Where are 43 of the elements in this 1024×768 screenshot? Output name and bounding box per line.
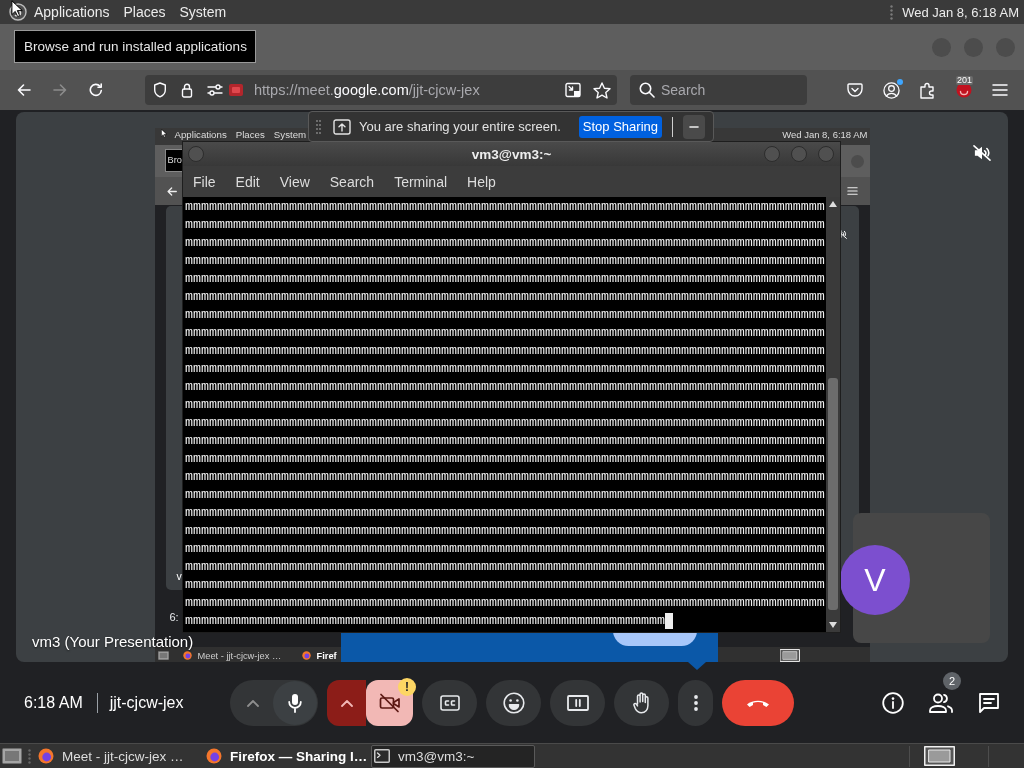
terminal-line: mmmmmmmmmmmmmmmmmmmmmmmmmmmmmmmmmmmmmmmmmmmmmmmmmmmmmmmmmmmmmmmmmmmmmmmmmmmmmmmm bbox=[185, 576, 825, 594]
panel-menu: Places bbox=[235, 129, 265, 140]
terminal-line: mmmmmmmmmmmmmmmmmmmmmmmmmmmmmmmmmmmmmmmmmmmmmmmmmmmmmmmmmmmmmmmmmmmmmmmmmmmmmmmm bbox=[185, 198, 825, 216]
presentation-label: vm3 (Your Presentation) bbox=[32, 633, 194, 651]
clock: Wed Jan 8, 6:18 AM bbox=[782, 129, 868, 140]
extension-badge: 201 bbox=[956, 76, 974, 85]
terminal-line: mmmmmmmmmmmmmmmmmmmmmmmmmmmmmmmmmmmmmmmmmmmmmmmmmmmmmmmmmmmmmmmmmmmmmmmmmmmmmmmm bbox=[185, 432, 825, 450]
terminal-line: mmmmmmmmmmmmmmmmmmmmmmmmmmmmmmmmmmmmmmmmmmmmmmmmmmmmmmmmmmmmmmmmmmmmmmmmmmmmmmmm bbox=[185, 270, 825, 288]
terminal-line: mmmmmmmmmmmmmmmmmmmmmmmmmmmmmmmmmmmmmmmmmmmmmmmmmmmmmmmmmmmmmmmmmmmmmmmmmmmmmmmm bbox=[185, 342, 825, 360]
terminal-line: mmmmmmmmmmmmmmmmmmmmmmmmmmmmmmmmmmmmmmmmmmmmmmmmmmmmmmmmmmmmmmmmmmmmmmmmmmmmmmmm bbox=[185, 234, 825, 252]
meeting-time: 6:18 AM bbox=[24, 693, 83, 712]
panel-menu: System bbox=[273, 129, 307, 140]
panel-menu: Applications bbox=[174, 129, 227, 140]
terminal-line: mmmmmmmmmmmmmmmmmmmmmmmmmmmmmmmmmmmmmmmmmmmmmmmmmmmmmmmmmmmmmmmmmmmmmmmmmmmmmmmm bbox=[185, 324, 825, 342]
terminal-line: mmmmmmmmmmmmmmmmmmmmmmmmmmmmmmmmmmmmmmmmmmmmmmmmmmmmmmmmmmmmmmmmmmmmmmmmmmmmmmmm bbox=[185, 486, 825, 504]
terminal-line: mmmmmmmmmmmmmmmmmmmmmmmmmmmmmmmmmmmmmmmmmmmmmmmmmmmmmmmmmmmmmmmmmmmmmmmmmmmmmmmm bbox=[185, 558, 825, 576]
sharing-message: You are sharing your entire screen. bbox=[359, 119, 561, 134]
terminal-line: mmmmmmmmmmmmmmmmmmmmmmmmmmmmmmmmmmmmmmmmmmmmmmmmmmmmmmmmmmmm bbox=[185, 612, 665, 630]
terminal-line: mmmmmmmmmmmmmmmmmmmmmmmmmmmmmmmmmmmmmmmmmmmmmmmmmmmmmmmmmmmmmmmmmmmmmmmmmmmmmmmm bbox=[185, 522, 825, 540]
terminal-line: mmmmmmmmmmmmmmmmmmmmmmmmmmmmmmmmmmmmmmmmmmmmmmmmmmmmmmmmmmmmmmmmmmmmmmmmmmmmmmmm bbox=[185, 414, 825, 432]
terminal-line: mmmmmmmmmmmmmmmmmmmmmmmmmmmmmmmmmmmmmmmmmmmmmmmmmmmmmmmmmmmmmmmmmmmmmmmmmmmmmmmm bbox=[185, 360, 825, 378]
terminal-line: mmmmmmmmmmmmmmmmmmmmmmmmmmmmmmmmmmmmmmmmmmmmmmmmmmmmmmmmmmmmmmmmmmmmmmmmmmmmmmmm bbox=[185, 396, 825, 414]
terminal-line: mmmmmmmmmmmmmmmmmmmmmmmmmmmmmmmmmmmmmmmmmmmmmmmmmmmmmmmmmmmmmmmmmmmmmmmmmmmmmmmm bbox=[185, 252, 825, 270]
terminal-line: mmmmmmmmmmmmmmmmmmmmmmmmmmmmmmmmmmmmmmmmmmmmmmmmmmmmmmmmmmmmmmmmmmmmmmmmmmmmmmmm bbox=[185, 450, 825, 468]
terminal-line: mmmmmmmmmmmmmmmmmmmmmmmmmmmmmmmmmmmmmmmmmmmmmmmmmmmmmmmmmmmmmmmmmmmmmmmmmmmmmmmm bbox=[185, 504, 825, 522]
terminal-line: mmmmmmmmmmmmmmmmmmmmmmmmmmmmmmmmmmmmmmmmmmmmmmmmmmmmmmmmmmmmmmmmmmmmmmmmmmmmmmmm bbox=[185, 468, 825, 486]
terminal-line: mmmmmmmmmmmmmmmmmmmmmmmmmmmmmmmmmmmmmmmmmmmmmmmmmmmmmmmmmmmmmmmmmmmmmmmmmmmmmmmm bbox=[185, 288, 825, 306]
taskbar-label: Firef bbox=[316, 650, 337, 661]
taskbar-label: Meet - jjt-cjcw-jex … bbox=[197, 650, 282, 661]
warning-badge: ! bbox=[398, 677, 416, 696]
terminal-line: mmmmmmmmmmmmmmmmmmmmmmmmmmmmmmmmmmmmmmmmmmmmmmmmmmmmmmmmmmmmmmmmmmmmmmmmmmmmmmmm bbox=[185, 216, 825, 234]
presentation-label: v bbox=[176, 570, 182, 582]
terminal-line: mmmmmmmmmmmmmmmmmmmmmmmmmmmmmmmmmmmmmmmmmmmmmmmmmmmmmmmmmmmmmmmmmmmmmmmmmmmmmmmm bbox=[185, 378, 825, 396]
tooltip: Browse and run installed applications bbox=[14, 30, 256, 63]
participant-count-badge: 2 bbox=[943, 671, 961, 690]
terminal-line: mmmmmmmmmmmmmmmmmmmmmmmmmmmmmmmmmmmmmmmmmmmmmmmmmmmmmmmmmmmmmmmmmmmmmmmmmmmmmmmm bbox=[185, 594, 825, 612]
terminal-line: mmmmmmmmmmmmmmmmmmmmmmmmmmmmmmmmmmmmmmmmmmmmmmmmmmmmmmmmmmmmmmmmmmmmmmmmmmmmmmmm bbox=[185, 540, 825, 558]
terminal-line: mmmmmmmmmmmmmmmmmmmmmmmmmmmmmmmmmmmmmmmmmmmmmmmmmmmmmmmmmmmmmmmmmmmmmmmmmmmmmmmm bbox=[185, 306, 825, 324]
meeting-code: jjt-cjcw-jex bbox=[109, 693, 184, 712]
placeholder-text: Search bbox=[661, 82, 706, 98]
window-title: vm3@vm3:~ bbox=[471, 146, 552, 162]
meeting-time: 6: bbox=[169, 611, 179, 623]
tooltip: Bro bbox=[164, 149, 183, 172]
